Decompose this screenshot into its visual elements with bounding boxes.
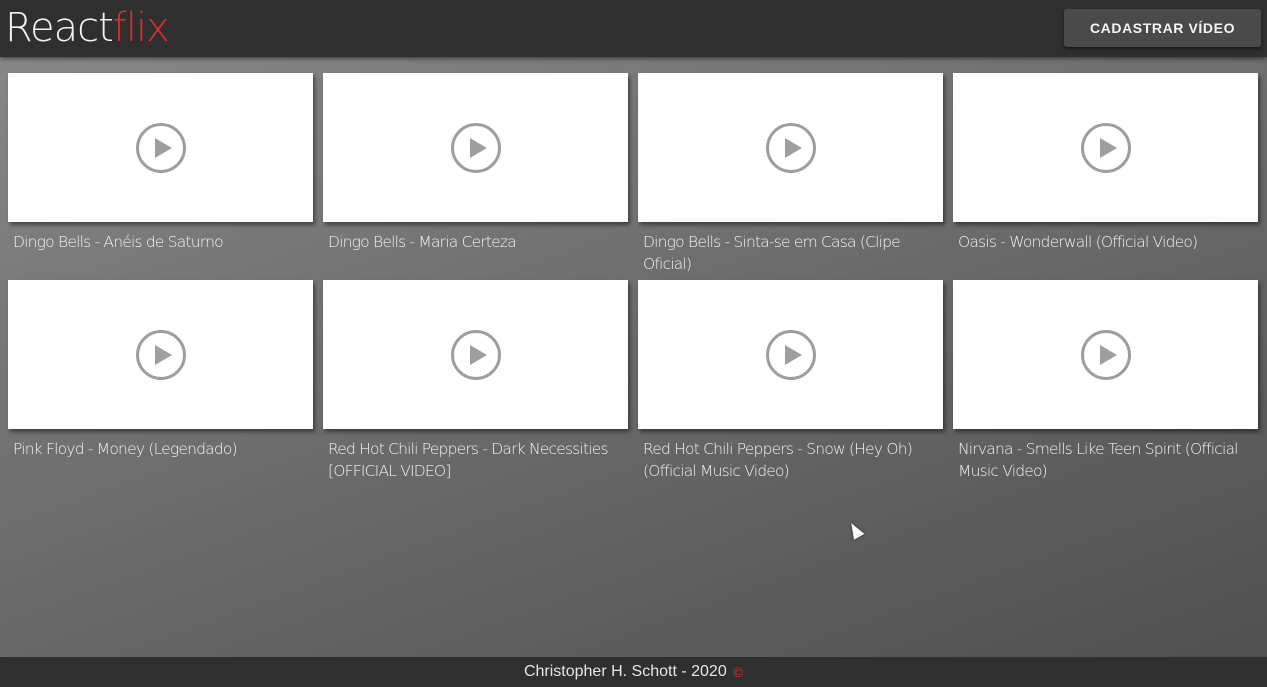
cadastrar-video-button[interactable]: CADASTRAR VÍDEO — [1064, 9, 1261, 47]
logo[interactable]: Reactflix — [5, 4, 170, 52]
play-circle-icon — [450, 122, 501, 173]
play-circle-icon — [135, 329, 186, 380]
video-title[interactable]: Dingo Bells - Maria Certeza — [328, 231, 624, 253]
video-card[interactable]: Dingo Bells - Maria Certeza — [323, 73, 628, 280]
logo-react-text: React — [5, 5, 114, 51]
play-circle-icon — [450, 329, 501, 380]
video-card[interactable]: Pink Floyd - Money (Legendado) — [8, 280, 313, 487]
video-title[interactable]: Pink Floyd - Money (Legendado) — [13, 438, 309, 460]
play-circle-icon — [135, 122, 186, 173]
video-thumbnail[interactable] — [8, 73, 313, 222]
video-card[interactable]: Oasis - Wonderwall (Official Video) — [953, 73, 1258, 280]
footer: Christopher H. Schott - 2020 © — [0, 657, 1267, 687]
play-circle-icon — [765, 329, 816, 380]
video-card[interactable]: Nirvana - Smells Like Teen Spirit (Offic… — [953, 280, 1258, 487]
video-card[interactable]: Dingo Bells - Sinta-se em Casa (Clipe Of… — [638, 73, 943, 280]
video-title[interactable]: Dingo Bells - Anéis de Saturno — [13, 231, 309, 253]
video-thumbnail[interactable] — [638, 280, 943, 429]
video-title[interactable]: Red Hot Chili Peppers - Dark Necessities… — [328, 438, 624, 482]
video-grid: Dingo Bells - Anéis de Saturno Dingo Bel… — [8, 73, 1258, 487]
video-thumbnail[interactable] — [953, 280, 1258, 429]
video-card[interactable]: Red Hot Chili Peppers - Snow (Hey Oh) (O… — [638, 280, 943, 487]
play-circle-icon — [1080, 122, 1131, 173]
video-card[interactable]: Red Hot Chili Peppers - Dark Necessities… — [323, 280, 628, 487]
video-title[interactable]: Oasis - Wonderwall (Official Video) — [958, 231, 1254, 253]
video-card[interactable]: Dingo Bells - Anéis de Saturno — [8, 73, 313, 280]
footer-credit: Christopher H. Schott - 2020 — [523, 663, 727, 680]
mouse-pointer-icon — [846, 520, 865, 540]
play-circle-icon — [765, 122, 816, 173]
video-thumbnail[interactable] — [8, 280, 313, 429]
video-thumbnail[interactable] — [953, 73, 1258, 222]
video-thumbnail[interactable] — [323, 280, 628, 429]
video-thumbnail[interactable] — [638, 73, 943, 222]
play-circle-icon — [1080, 329, 1131, 380]
video-thumbnail[interactable] — [323, 73, 628, 222]
logo-flix-text: flix — [112, 5, 170, 51]
video-title[interactable]: Nirvana - Smells Like Teen Spirit (Offic… — [958, 438, 1254, 482]
header: Reactflix CADASTRAR VÍDEO — [0, 0, 1267, 57]
video-title[interactable]: Red Hot Chili Peppers - Snow (Hey Oh) (O… — [643, 438, 939, 482]
copyright-icon: © — [732, 664, 744, 680]
video-title[interactable]: Dingo Bells - Sinta-se em Casa (Clipe Of… — [643, 231, 939, 275]
